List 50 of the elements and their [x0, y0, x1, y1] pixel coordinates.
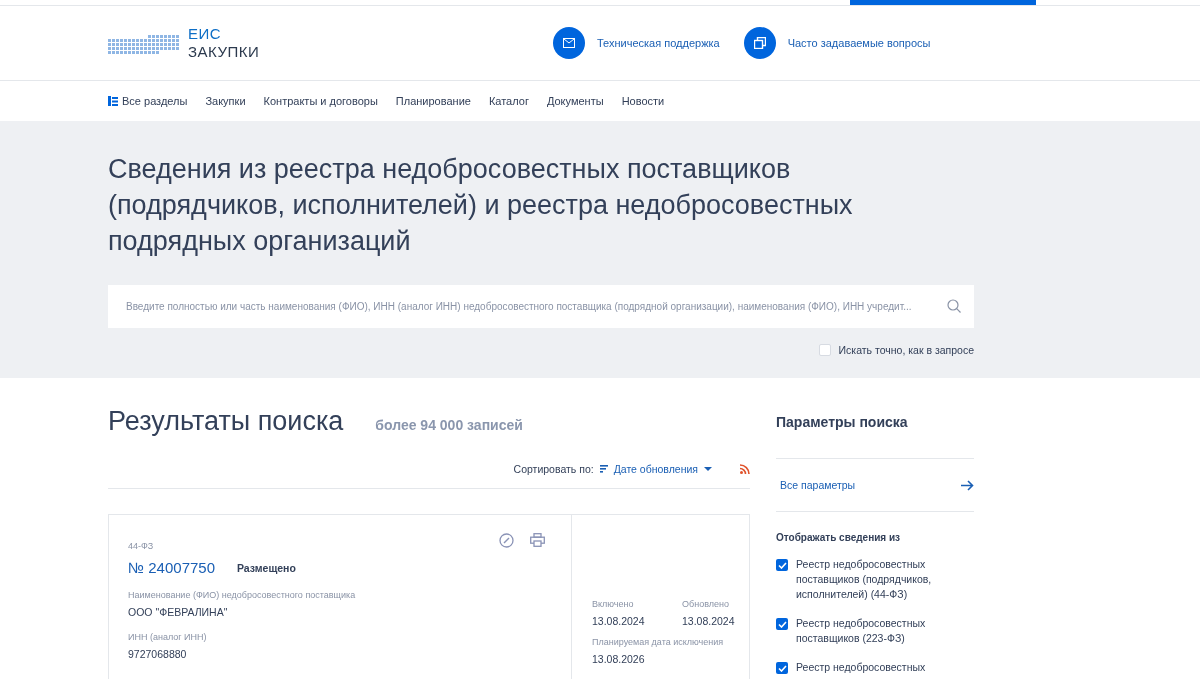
field-value: 9727068880: [128, 648, 188, 660]
nav-link[interactable]: Контракты и договоры: [263, 95, 378, 107]
record-number-link[interactable]: № 24007750: [128, 559, 215, 576]
date-value: 13.08.2024: [682, 615, 736, 627]
date-label: Планируемая дата исключения: [592, 637, 725, 647]
checkbox-label: Реестр недобросовестных поставщиков (подрядчиков, исполнителей) (44-ФЗ): [796, 557, 933, 602]
date-value: 13.08.2024: [592, 615, 646, 627]
results-count: более 94 000 записей: [375, 417, 523, 433]
sections-icon[interactable]: [108, 96, 118, 106]
date-label: Включено: [592, 599, 635, 609]
print-icon[interactable]: [530, 533, 545, 547]
copy-icon[interactable]: [743, 27, 776, 59]
header-link[interactable]: Часто задаваемые вопросы: [787, 37, 931, 49]
search-field[interactable]: Введите полностью или часть наименования (ФИО), ИНН (аналог ИНН) недобросовестного поставщика (подрядной организации), наименования (ФИО), ИНН учредит...: [108, 285, 974, 328]
page-title: Сведения из реестра недобросовестных поставщиков (подрядчиков, исполнителей) и реестра недобросовестных подрядных организаций: [108, 153, 854, 258]
record-status: Размещено: [237, 561, 296, 574]
checkbox-label: Искать точно, как в запросе: [838, 344, 974, 356]
checkbox[interactable]: [776, 662, 788, 674]
checkbox-label: Реестр недобросовестных поставщиков (223-ФЗ): [796, 616, 927, 646]
filter-heading: Отображать сведения из: [776, 532, 902, 543]
envelope-icon[interactable]: [553, 27, 585, 59]
nav-link[interactable]: Планирование: [395, 95, 471, 107]
sort-icon: [599, 465, 608, 473]
nav-link[interactable]: Документы: [546, 95, 604, 107]
field-value: ООО "ФЕВРАЛИНА": [128, 606, 229, 618]
checkbox[interactable]: [776, 559, 788, 571]
sort-label: Сортировать по:: [513, 463, 594, 475]
logo-subtitle: ЗАКУПКИ: [188, 43, 260, 61]
nav-link[interactable]: Новости: [621, 95, 665, 107]
sort-dropdown[interactable]: Дате обновления: [599, 463, 712, 475]
law-label: 44-ФЗ: [128, 541, 154, 551]
nav-link[interactable]: Закупки: [205, 95, 246, 107]
checkbox[interactable]: [776, 618, 788, 630]
search-icon[interactable]: [947, 299, 961, 313]
arrow-right-icon[interactable]: [961, 479, 974, 491]
results-title: Результаты поиска: [108, 406, 344, 437]
caret-icon: [704, 466, 712, 472]
all-parameters-link[interactable]: Все параметры: [780, 479, 856, 491]
sidebar-title: Параметры поиска: [776, 406, 974, 459]
nav-link[interactable]: Каталог: [488, 95, 529, 107]
checkbox-label: Реестр недобросовестных: [796, 660, 926, 675]
logo-title: ЕИС: [188, 25, 223, 43]
nav-link[interactable]: Все разделы: [122, 95, 188, 107]
date-label: Обновлено: [682, 599, 730, 609]
header-link[interactable]: Техническая поддержка: [597, 37, 720, 49]
rss-icon[interactable]: [740, 464, 750, 474]
date-value: 13.08.2026: [592, 653, 646, 665]
checkbox[interactable]: [818, 344, 831, 356]
field-label: ИНН (аналог ИНН): [128, 632, 208, 642]
field-label: Наименование (ФИО) недобросовестного поставщика: [128, 590, 357, 600]
